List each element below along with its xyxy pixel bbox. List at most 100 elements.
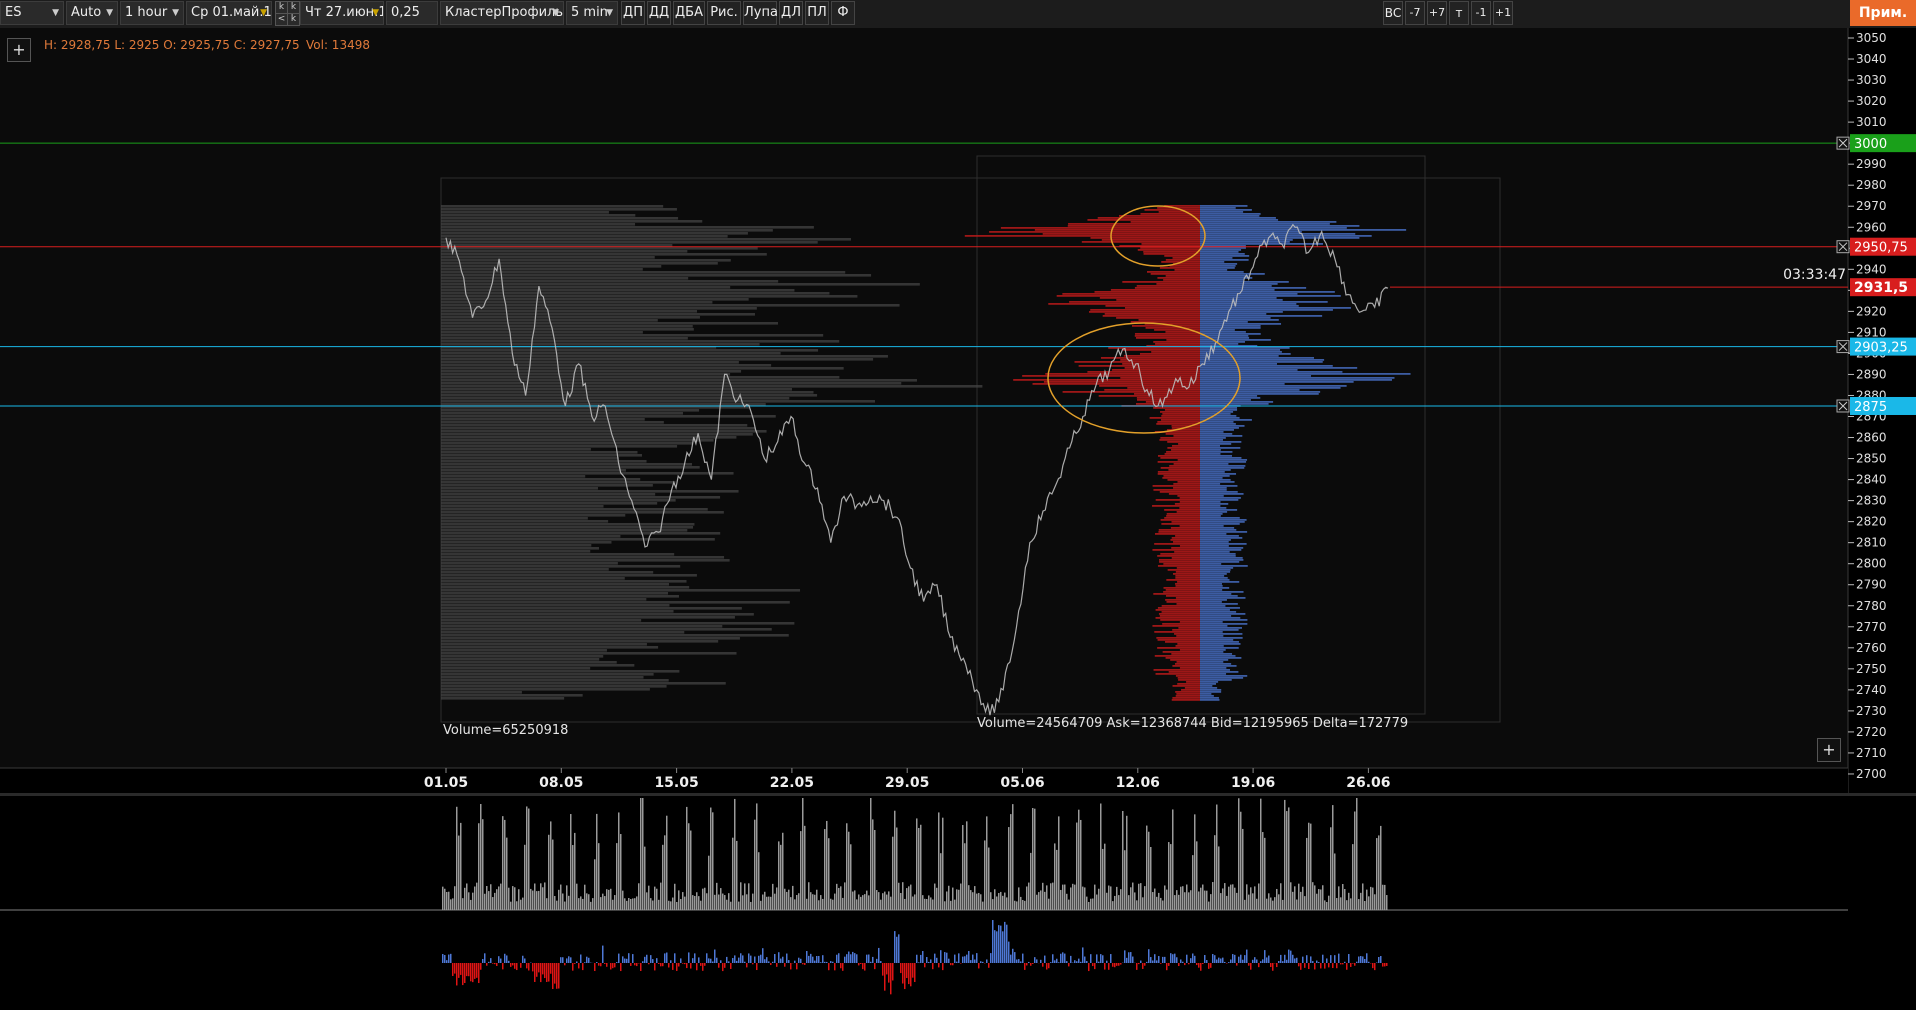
ask-profile-bar [1157, 421, 1200, 423]
delta-bar-positive [508, 960, 510, 963]
volume-bar [762, 894, 764, 910]
date-tick-label: 15.05 [654, 775, 698, 791]
delta-bar-negative [828, 963, 830, 971]
total-profile-bar [441, 277, 689, 280]
delta-bar-negative [1298, 963, 1300, 967]
volume-bar [494, 892, 496, 910]
volume-bar [850, 844, 852, 910]
delta-bar-positive [972, 954, 974, 963]
delta-bar-negative [648, 963, 650, 965]
delta-bar-negative [520, 963, 522, 968]
delta-bar-negative [502, 963, 504, 970]
chart-canvas[interactable]: Volume=65250918 Volume=24564709 Ask=1236… [0, 0, 1916, 1010]
volume-bar [472, 892, 474, 910]
delta-bar-positive [666, 952, 668, 963]
volume-bar [1380, 825, 1382, 910]
delta-bar-positive [926, 957, 928, 963]
delta-bar-positive [1062, 952, 1064, 963]
delta-bar-positive [1338, 953, 1340, 963]
volume-bar [856, 899, 858, 910]
volume-bar [1298, 883, 1300, 910]
delta-bar-negative [510, 963, 512, 967]
total-profile-bar [441, 454, 642, 457]
volume-bar [964, 843, 966, 910]
ask-profile-bar [1087, 219, 1200, 221]
volume-bar [1352, 844, 1354, 910]
ask-profile-bar [1158, 211, 1200, 213]
volume-bar [1152, 892, 1154, 910]
delta-bar-positive [1020, 961, 1022, 963]
delta-bar-positive [1022, 953, 1024, 963]
volume-bar [456, 806, 458, 910]
pane-separator[interactable] [0, 793, 1916, 796]
delta-bar-positive [1154, 954, 1156, 963]
volume-bar [1156, 896, 1158, 910]
bid-profile-bar [1200, 285, 1272, 287]
bid-profile-bar [1200, 223, 1330, 225]
delta-bar-negative [842, 963, 844, 971]
level-price-value: 2875 [1854, 400, 1887, 415]
delta-bar-positive [850, 954, 852, 963]
volume-bar [816, 889, 818, 910]
bid-profile-bar [1200, 217, 1276, 219]
delta-bar-negative [1350, 963, 1352, 967]
delta-bar-positive [1322, 954, 1324, 963]
volume-bar [984, 840, 986, 910]
volume-bar [792, 885, 794, 910]
volume-bar [960, 883, 962, 910]
delta-bar-positive [1152, 960, 1154, 963]
volume-bar [1272, 900, 1274, 910]
volume-bar [810, 892, 812, 910]
volume-bar [1080, 819, 1082, 910]
ask-profile-bar [1166, 339, 1200, 341]
volume-bar [896, 827, 898, 910]
volume-bar [1178, 894, 1180, 910]
volume-bar [1164, 885, 1166, 910]
bid-profile-bar [1200, 571, 1231, 573]
total-profile-bar [441, 397, 790, 400]
delta-bar-positive [1034, 957, 1036, 963]
volume-bar [778, 841, 780, 910]
bid-profile-bar [1200, 511, 1228, 513]
bid-profile-bar [1200, 283, 1278, 285]
ask-profile-bar [1157, 565, 1200, 567]
bid-profile-bar [1200, 331, 1246, 333]
delta-bar-positive [1036, 959, 1038, 963]
volume-bar [944, 901, 946, 910]
volume-bar [908, 886, 910, 910]
bid-profile-bar [1200, 607, 1240, 609]
delta-bar-negative [532, 963, 534, 972]
delta-bar-positive [524, 958, 526, 963]
delta-bar-negative [1196, 963, 1198, 966]
volume-bar [1226, 895, 1228, 910]
add-indicator-button-bottom[interactable]: + [1817, 738, 1841, 762]
delta-bar-positive [946, 952, 948, 963]
ask-profile-bar [1171, 537, 1200, 539]
bid-profile-bar [1200, 411, 1234, 413]
ask-profile-bar [1143, 253, 1200, 255]
delta-bar-positive [818, 955, 820, 963]
volume-bar [662, 844, 664, 910]
delta-bar-negative [886, 963, 888, 975]
volume-bar [812, 894, 814, 910]
volume-bar [736, 840, 738, 910]
delta-bar-negative [874, 963, 876, 970]
delta-bar-positive [1206, 960, 1208, 963]
total-profile-bar [441, 469, 626, 472]
delta-bar-negative [888, 963, 890, 983]
delta-bar-positive [990, 953, 992, 963]
ohlc-readout: H: 2928,75 L: 2925 O: 2925,75 C: 2927,75 [44, 38, 300, 52]
add-indicator-button-top[interactable]: + [7, 38, 31, 62]
delta-bar-positive [866, 954, 868, 963]
total-profile-bar [441, 529, 688, 532]
bid-profile-bar [1200, 689, 1222, 691]
bid-profile-bar [1200, 471, 1225, 473]
ask-profile-bar [1175, 583, 1200, 585]
ask-profile-bar [1068, 223, 1200, 225]
volume-bar [690, 830, 692, 910]
bid-profile-bar [1200, 577, 1228, 579]
bid-profile-bar [1200, 291, 1335, 293]
volume-bar [580, 896, 582, 910]
volume-bar [1318, 889, 1320, 910]
volume-bar [1238, 798, 1240, 910]
